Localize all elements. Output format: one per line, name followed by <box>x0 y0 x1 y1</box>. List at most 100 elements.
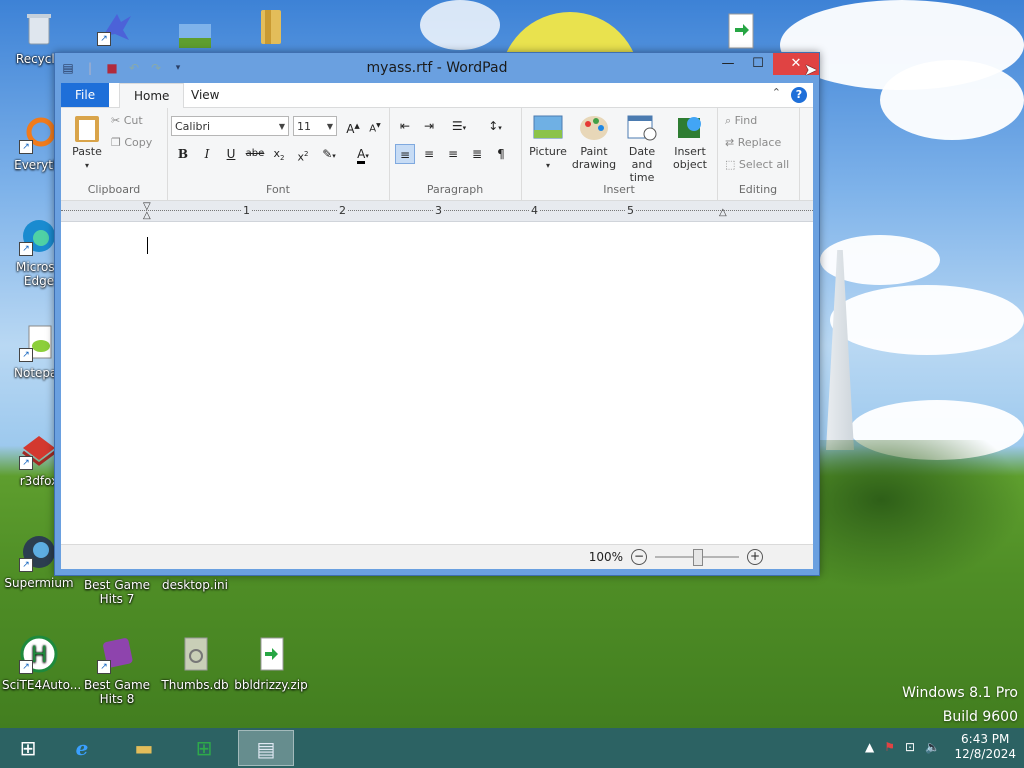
bold-button[interactable]: B <box>173 144 193 164</box>
picture-button[interactable]: Picture ▾ <box>525 112 571 172</box>
clock[interactable]: 6:43 PM 12/8/2024 <box>954 732 1016 762</box>
minimize-button[interactable]: — <box>713 53 743 75</box>
wallpaper-cloud <box>880 60 1024 140</box>
line-spacing-icon[interactable]: ↕▾ <box>481 116 509 136</box>
taskbar: ⊞ e ▬ ⊞ ▤ ▲ ⚑ ⊡ 🔈 6:43 PM 12/8/2024 <box>0 728 1024 768</box>
group-label: Insert <box>603 183 635 196</box>
client-area: File Home View ⌃ ? Paste ▾ ✂ Cut ❐ Copy C… <box>61 83 813 569</box>
zoom-slider-thumb[interactable] <box>693 549 703 566</box>
desktop-icon-bbldrizzy-zip[interactable]: bbldrizzy.zip <box>234 634 308 692</box>
store-icon: ⊞ <box>195 736 213 760</box>
font-color-button[interactable]: A▾ <box>353 144 373 164</box>
scissors-icon: ✂ <box>111 114 121 127</box>
clock-date: 12/8/2024 <box>954 747 1016 761</box>
paint-drawing-button[interactable]: Paint drawing <box>571 112 617 171</box>
highlight-color-button[interactable]: ✎▾ <box>319 144 339 164</box>
calendar-clock-icon <box>626 112 658 142</box>
desktop-icon-thumbs-db[interactable]: Thumbs.db <box>158 634 232 692</box>
cut-button[interactable]: ✂ Cut <box>111 114 143 127</box>
taskbar-internet-explorer[interactable]: e <box>54 730 110 766</box>
maximize-button[interactable]: ☐ <box>743 53 773 75</box>
zoom-out-icon[interactable]: − <box>631 549 647 565</box>
zoom-control: 100% − + <box>588 549 763 566</box>
copy-button[interactable]: ❐ Copy <box>111 136 152 149</box>
network-icon[interactable]: ⊡ <box>905 740 915 754</box>
ribbon-tabs: File Home View ⌃ ? <box>61 83 813 109</box>
title-bar[interactable]: ▤ | ■ ↶ ↷ ▾ myass.rtf - WordPad — ☐ ✕ <box>55 53 819 83</box>
indent-marker-icon[interactable]: ▽ △ <box>143 202 151 221</box>
search-magnifier-icon: ↗ <box>19 114 59 154</box>
ruler-number: 4 <box>529 204 540 217</box>
collapse-ribbon-icon[interactable]: ⌃ <box>772 86 781 99</box>
tab-home[interactable]: Home <box>119 83 185 109</box>
desktop-icon-bird[interactable]: ↗ <box>80 6 154 50</box>
paragraph-dialog-icon[interactable]: ¶ <box>491 144 511 164</box>
zoom-slider[interactable] <box>655 549 739 566</box>
superscript-button[interactable]: x2 <box>293 144 313 164</box>
align-center-icon[interactable]: ≡ <box>419 144 439 164</box>
justify-icon[interactable]: ≣ <box>467 144 487 164</box>
folder-icon <box>249 6 289 46</box>
decrease-indent-icon[interactable]: ⇤ <box>395 116 415 136</box>
tab-file[interactable]: File <box>61 83 110 107</box>
paint-palette-icon <box>578 112 610 142</box>
desktop-icon-scite[interactable]: H ↗ SciTE4Auto... <box>2 634 81 692</box>
align-right-icon[interactable]: ≡ <box>443 144 463 164</box>
zoom-level: 100% <box>588 550 623 564</box>
show-hidden-icons-icon[interactable]: ▲ <box>865 740 874 754</box>
window-title: myass.rtf - WordPad <box>366 60 508 76</box>
select-all-icon: ⬚ <box>725 158 736 171</box>
desktop-icon-label: SciTE4Auto... <box>2 678 82 692</box>
desktop-icon-best-game-hits-8[interactable]: ↗ Best Game Hits 8 <box>80 634 154 706</box>
shortcut-arrow-icon: ↗ <box>19 140 33 154</box>
align-left-icon[interactable]: ≡ <box>395 144 415 164</box>
shrink-font-button[interactable]: A▼ <box>365 116 385 136</box>
wallpaper-cloud <box>830 285 1024 355</box>
replace-icon: ⇄ <box>725 136 735 149</box>
strikethrough-button[interactable]: abe <box>245 144 265 164</box>
select-all-button[interactable]: ⬚ Select all <box>725 158 789 171</box>
settings-file-icon <box>175 634 215 674</box>
ruler-number: 1 <box>241 204 252 217</box>
taskbar-wordpad[interactable]: ▤ <box>238 730 294 766</box>
document-editor[interactable] <box>61 223 813 545</box>
group-label: Editing <box>738 183 778 196</box>
ruler-number: 2 <box>337 204 348 217</box>
zoom-in-icon[interactable]: + <box>747 549 763 565</box>
zip-file-icon <box>251 634 291 674</box>
taskbar-store[interactable]: ⊞ <box>176 730 232 766</box>
wordpad-icon: ▤ <box>256 737 276 761</box>
bullets-list-icon[interactable]: ☰▾ <box>445 116 473 136</box>
desktop-icon-label: Best Game Hits 8 <box>83 678 151 706</box>
volume-muted-icon[interactable]: 🔈 <box>925 740 940 754</box>
ruler[interactable]: ▽ △ 1 2 3 4 5 △ <box>61 201 813 222</box>
start-button[interactable]: ⊞ <box>0 730 56 766</box>
italic-button[interactable]: I <box>197 144 217 164</box>
desktop-icon-file[interactable] <box>704 10 778 54</box>
bird-icon: ↗ <box>97 6 137 46</box>
insert-object-button[interactable]: Insert object <box>667 112 713 171</box>
desktop-icon-image[interactable] <box>158 10 232 54</box>
increase-indent-icon[interactable]: ⇥ <box>419 116 439 136</box>
help-icon[interactable]: ? <box>791 87 807 103</box>
wordpad-window[interactable]: ▤ | ■ ↶ ↷ ▾ myass.rtf - WordPad — ☐ ✕ Fi… <box>54 52 820 576</box>
taskbar-file-explorer[interactable]: ▬ <box>116 730 172 766</box>
desktop-icon-folder[interactable] <box>232 6 306 50</box>
tab-view[interactable]: View <box>177 83 233 107</box>
paste-button[interactable]: Paste ▾ <box>67 112 107 172</box>
right-indent-marker-icon[interactable]: △ <box>719 207 727 218</box>
find-button[interactable]: ⌕ Find <box>725 114 757 128</box>
subscript-button[interactable]: x2 <box>269 144 289 164</box>
replace-button[interactable]: ⇄ Replace <box>725 136 781 149</box>
highlighter-icon: ✎ <box>322 147 333 161</box>
grow-font-button[interactable]: A▲ <box>343 116 363 136</box>
underline-button[interactable]: U <box>221 144 241 164</box>
shortcut-arrow-icon: ↗ <box>19 456 33 470</box>
font-family-select[interactable]: Calibri ▼ <box>171 116 289 136</box>
folder-icon: ▬ <box>134 736 154 760</box>
font-size-select[interactable]: 11 ▼ <box>293 116 337 136</box>
date-time-button[interactable]: Date and time <box>617 112 667 184</box>
action-center-flag-icon[interactable]: ⚑ <box>884 740 895 754</box>
internet-explorer-icon: e <box>75 736 89 760</box>
status-bar: 100% − + <box>61 544 813 569</box>
